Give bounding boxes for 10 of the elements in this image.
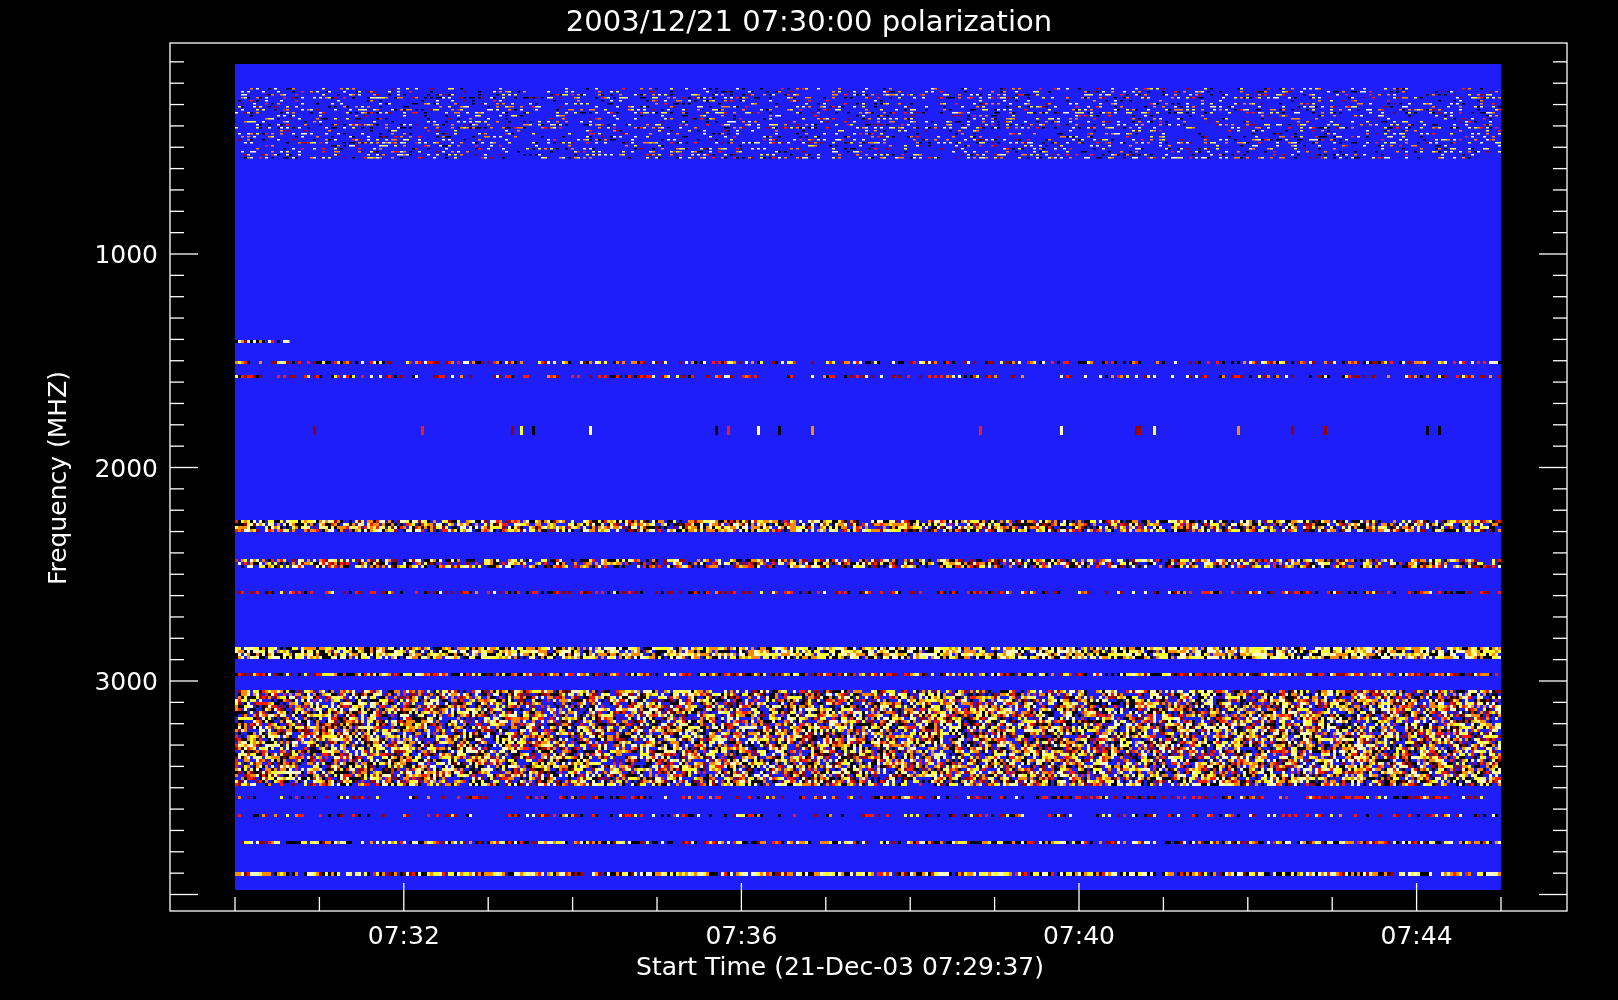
tick-label: 07:36 xyxy=(705,921,778,950)
tick-label: 2000 xyxy=(94,453,158,483)
tick-label: 07:32 xyxy=(367,921,440,950)
tick-label: 3000 xyxy=(94,667,158,696)
plot-title: 2003/12/21 07:30:00 polarization xyxy=(565,4,1053,38)
tick-label: 07:40 xyxy=(1043,921,1115,950)
tick-label: 07:44 xyxy=(1380,921,1453,950)
tick-label: 1000 xyxy=(94,240,158,269)
axis-title: Start Time (21-Dec-03 07:29:37) xyxy=(636,952,1044,981)
axis-title: Frequency (MHZ) xyxy=(43,370,72,586)
